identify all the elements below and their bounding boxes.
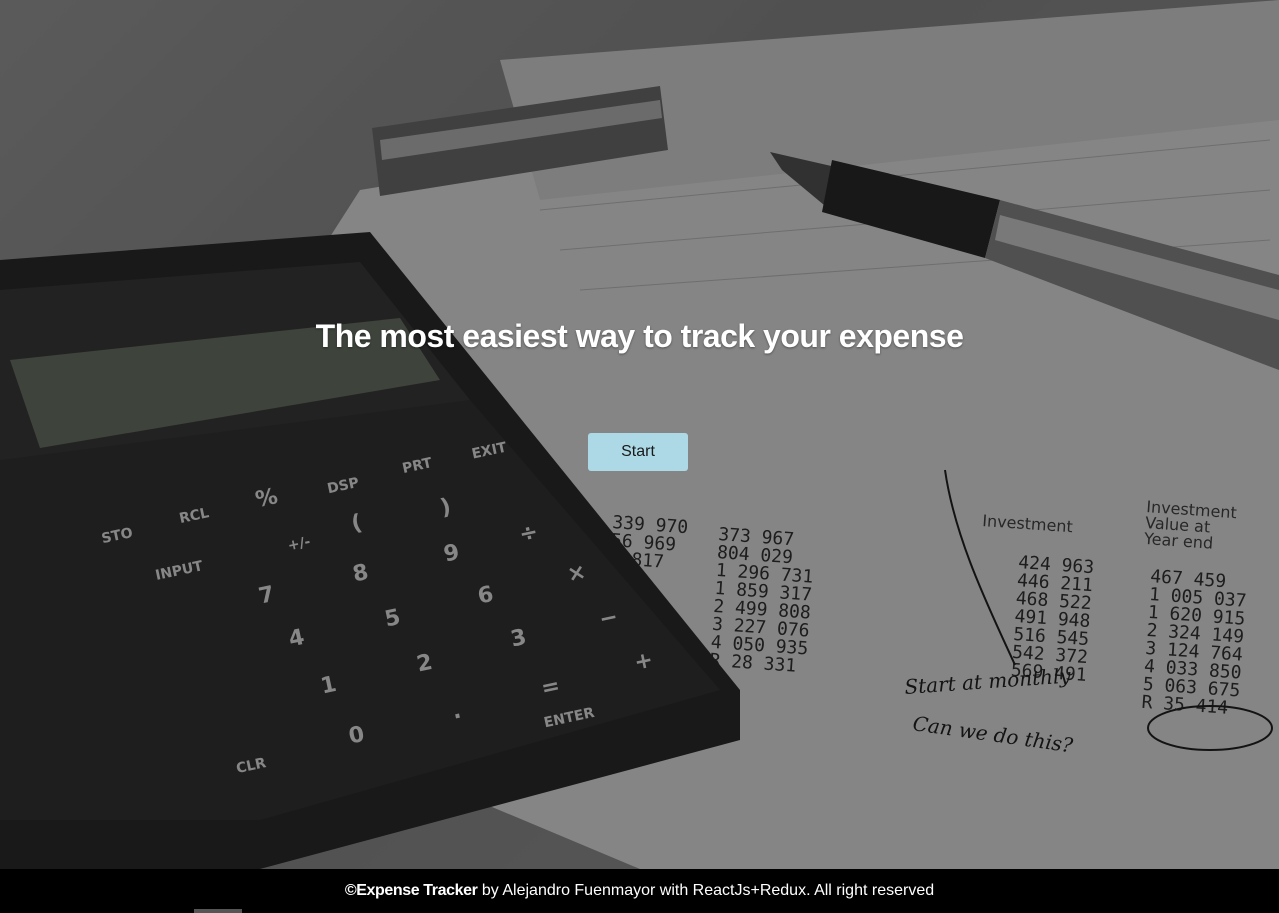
footer-brand: ©Expense Tracker [344,882,478,899]
hero-title: The most easiest way to track your expen… [315,318,964,354]
start-button[interactable]: Start [588,433,688,471]
scroll-indicator [194,909,242,913]
footer: ©Expense Tracker by Alejandro Fuenmayor … [0,869,1279,913]
footer-credits: by Alejandro Fuenmayor with ReactJs+Redu… [477,882,935,899]
landing-page: 339 97056 9691 81758 373 967804 0291 296… [0,0,1279,913]
